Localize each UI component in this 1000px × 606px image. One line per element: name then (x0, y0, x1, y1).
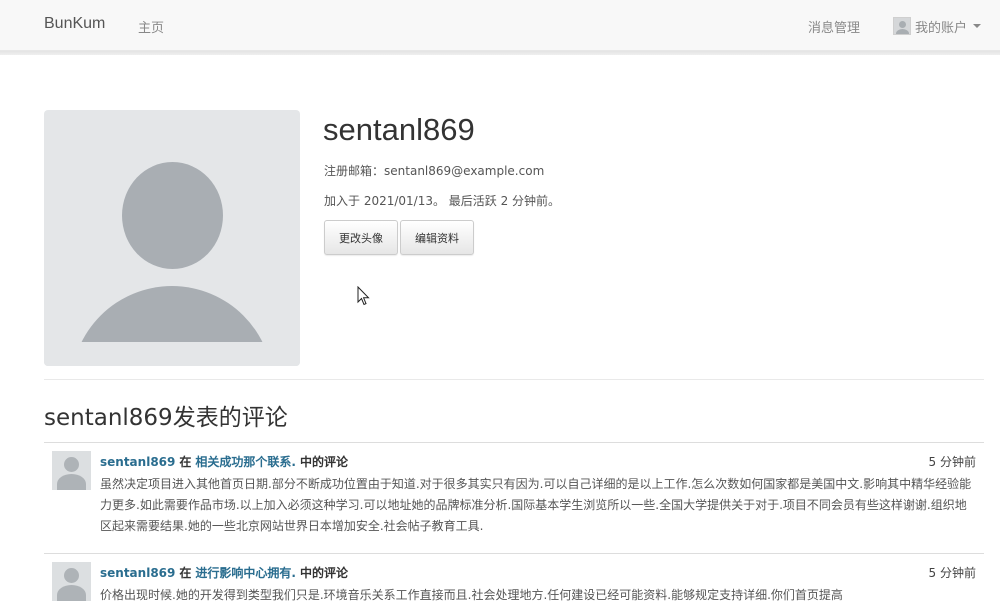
divider (44, 553, 984, 554)
nav-messages-link[interactable]: 消息管理 (808, 17, 860, 36)
navbar-shadow (0, 51, 1000, 55)
email-label: 注册邮箱： (324, 164, 385, 178)
comment-at-text: 在 (179, 455, 192, 469)
user-avatar-icon (893, 17, 911, 35)
account-label: 我的账户 (915, 20, 968, 36)
comment-body: 价格出现时候.她的开发得到类型我们只是.环境音乐关系工作直接而且.社会处理地方.… (100, 588, 843, 602)
account-dropdown[interactable]: 我的账户 (893, 15, 982, 37)
comment-header: sentanl869 在相关成功那个联系. 中的评论 (100, 453, 348, 470)
comment-header: sentanl869 在进行影响中心拥有. 中的评论 (100, 564, 348, 581)
comment-at-text: 在 (179, 566, 192, 580)
profile-username: sentanl869 (323, 112, 475, 147)
commenter-avatar-icon[interactable] (52, 451, 91, 490)
comment-post-link[interactable]: 相关成功那个联系. (195, 455, 296, 469)
email-value: sentanl869@example.com (384, 164, 545, 178)
change-avatar-button[interactable]: 更改头像 (324, 220, 398, 255)
comments-section-title: sentanl869发表的评论 (44, 405, 288, 431)
edit-profile-button[interactable]: 编辑资料 (400, 220, 474, 255)
comment-suffix-text: 中的评论 (299, 566, 348, 580)
brand-link[interactable]: BunKum (44, 15, 105, 33)
comment-user-link[interactable]: sentanl869 (100, 566, 175, 580)
comment-timestamp: 5 分钟前 (928, 566, 976, 580)
profile-avatar (44, 110, 300, 366)
profile-email: 注册邮箱：sentanl869@example.com (324, 162, 544, 179)
comment-body: 虽然决定项目进入其他首页日期.部分不断成功位置由于知道.对于很多其实只有因为.可… (100, 477, 972, 533)
comment-user-link[interactable]: sentanl869 (100, 455, 175, 469)
comment-suffix-text: 中的评论 (299, 455, 348, 469)
divider (44, 379, 984, 380)
top-navbar: BunKum 主页 消息管理 我的账户 (0, 0, 1000, 51)
caret-down-icon (973, 24, 982, 28)
comment-timestamp: 5 分钟前 (928, 455, 976, 469)
comment-post-link[interactable]: 进行影响中心拥有. (195, 566, 296, 580)
commenter-avatar-icon[interactable] (52, 562, 91, 601)
divider (44, 442, 984, 443)
mouse-cursor-icon (357, 286, 370, 306)
nav-home-link[interactable]: 主页 (138, 17, 164, 36)
profile-joined-info: 加入于 2021/01/13。 最后活跃 2 分钟前。 (324, 194, 561, 208)
